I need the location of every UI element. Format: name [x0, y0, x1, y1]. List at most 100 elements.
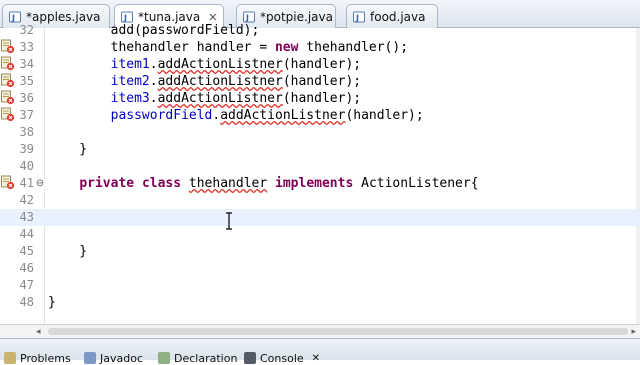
line-number: 36	[19, 91, 34, 105]
code-text: passwordField.addActionListner(handler);	[48, 107, 424, 124]
tab-console[interactable]: Console ✕	[244, 351, 320, 365]
tab-label: Problems	[20, 351, 71, 365]
line-number: 33	[19, 40, 34, 54]
line-number: 44	[19, 227, 34, 241]
code-token: }	[48, 244, 88, 259]
problems-icon	[4, 352, 16, 364]
code-text: }	[48, 141, 87, 158]
code-line[interactable]: 45 }	[0, 243, 640, 260]
keyword-token: private	[79, 176, 135, 191]
line-number: 46	[19, 261, 34, 275]
code-line[interactable]: 39 }	[0, 141, 640, 158]
code-text: }	[48, 243, 87, 260]
text-cursor-icon	[226, 212, 232, 230]
line-number: 48	[19, 295, 34, 309]
error-token: addActionListner	[157, 91, 283, 106]
code-token: thehandler handler =	[48, 40, 275, 55]
line-number: 35	[19, 74, 34, 88]
code-token: thehandler();	[298, 40, 409, 55]
svg-text:J: J	[355, 13, 359, 22]
line-number: 34	[19, 57, 34, 71]
code-editor[interactable]: 32 add(passwordField); 33 thehandler han…	[0, 23, 640, 324]
code-line[interactable]: 36 item3.addActionListner(handler);	[0, 90, 640, 107]
code-line[interactable]: 46	[0, 260, 640, 277]
code-text: item2.addActionListner(handler);	[48, 73, 361, 90]
code-token: .	[149, 74, 158, 89]
tab-javadoc[interactable]: Javadoc	[84, 351, 143, 365]
line-number: 45	[19, 244, 34, 258]
code-text: thehandler handler = new thehandler();	[48, 39, 408, 56]
code-token: }	[48, 295, 56, 310]
java-file-icon: J	[243, 11, 255, 23]
field-token: item1	[110, 57, 150, 72]
current-code-line[interactable]: 43	[0, 209, 640, 226]
field-token: item2	[110, 74, 150, 89]
error-token: addActionListner	[157, 57, 283, 72]
line-number: 40	[19, 159, 34, 173]
keyword-token: new	[274, 40, 299, 55]
javadoc-icon	[84, 352, 96, 364]
declaration-icon	[158, 352, 170, 364]
code-text: }	[48, 294, 56, 311]
code-line[interactable]: 37 passwordField.addActionListner(handle…	[0, 107, 640, 124]
code-text: item1.addActionListner(handler);	[48, 56, 361, 73]
line-number: 38	[19, 125, 34, 139]
code-line[interactable]: 42	[0, 192, 640, 209]
code-token: }	[48, 142, 88, 157]
field-token: item3	[110, 91, 150, 106]
java-file-icon: J	[9, 11, 21, 23]
code-token: (handler);	[345, 108, 424, 123]
tab-problems[interactable]: Problems	[4, 351, 71, 365]
code-token: ActionListener{	[353, 176, 479, 191]
code-line[interactable]: 48}	[0, 294, 640, 311]
code-line[interactable]: 35 item2.addActionListner(handler);	[0, 73, 640, 90]
tab-label: Declaration	[174, 351, 238, 365]
code-line-partial: 32 add(passwordField);	[0, 22, 640, 39]
code-line[interactable]: 33 thehandler handler = new thehandler()…	[0, 39, 640, 56]
code-line[interactable]: 40	[0, 158, 640, 175]
error-token: thehandler	[188, 176, 268, 191]
scrollbar-thumb[interactable]	[48, 328, 628, 335]
scroll-right-icon[interactable]: ▸	[631, 327, 636, 337]
keyword-token: implements	[275, 176, 354, 191]
error-token: addActionListner	[220, 108, 346, 123]
code-line[interactable]: 34 item1.addActionListner(handler);	[0, 56, 640, 73]
tab-label: Javadoc	[100, 351, 143, 365]
horizontal-scrollbar[interactable]: ◂ ▸	[0, 324, 640, 338]
code-line[interactable]: 44	[0, 226, 640, 243]
code-text: private class thehandler implements Acti…	[48, 175, 479, 192]
code-line[interactable]: 38	[0, 124, 640, 141]
close-tab-icon[interactable]: ✕	[312, 353, 320, 364]
java-file-icon: J	[353, 11, 365, 23]
field-token: passwordField	[110, 108, 213, 123]
error-token: addActionListner	[157, 74, 283, 89]
line-number: 37	[19, 108, 34, 122]
line-number: 42	[19, 193, 34, 207]
code-line[interactable]: 47	[0, 277, 640, 294]
line-number: 41	[19, 176, 34, 190]
scroll-left-icon[interactable]: ◂	[36, 327, 41, 337]
code-token: (handler);	[282, 74, 362, 89]
code-token: .	[149, 57, 158, 72]
code-token: .	[149, 91, 158, 106]
svg-text:J: J	[245, 13, 249, 22]
code-line[interactable]: 41 ⊖ private class thehandler implements …	[0, 175, 640, 192]
line-number: 47	[19, 278, 34, 292]
fold-toggle-icon[interactable]: ⊖	[35, 179, 45, 189]
bottom-panel-tabs: Problems Javadoc Declaration Console ✕	[0, 338, 640, 365]
keyword-token: class	[141, 176, 182, 191]
tab-label: Console	[260, 351, 304, 365]
code-text: item3.addActionListner(handler);	[48, 90, 361, 107]
tab-declaration[interactable]: Declaration	[158, 351, 237, 365]
code-token: (handler);	[282, 91, 362, 106]
code-text: add(passwordField);	[48, 23, 260, 38]
line-number: 32	[19, 23, 34, 37]
